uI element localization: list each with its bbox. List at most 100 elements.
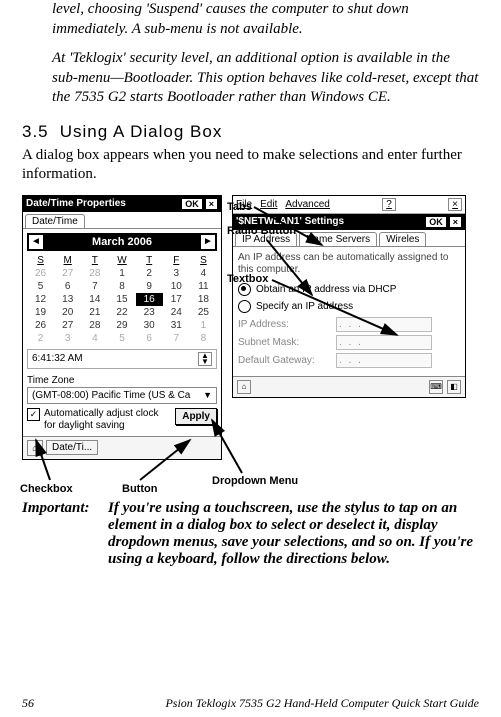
taskbar-app-button[interactable]: Date/Ti... — [46, 440, 98, 455]
cal-day[interactable]: 19 — [27, 306, 54, 319]
cal-day[interactable]: 3 — [54, 332, 81, 345]
cal-day[interactable]: 18 — [190, 293, 217, 306]
tab-date-time[interactable]: Date/Time — [25, 214, 85, 228]
section-heading: 3.5 Using A Dialog Box — [22, 122, 479, 142]
time-spin-buttons[interactable]: ▲▼ — [198, 352, 212, 366]
cal-head: M — [54, 254, 81, 267]
cal-head: T — [136, 254, 163, 267]
dialog-title-bar: Date/Time Properties OK × — [23, 196, 221, 212]
tab-name-servers[interactable]: Name Servers — [299, 232, 377, 246]
cal-head: W — [108, 254, 135, 267]
cal-day[interactable]: 28 — [81, 319, 108, 332]
section-number: 3.5 — [22, 122, 54, 142]
important-label: Important: — [22, 500, 100, 568]
cal-day[interactable]: 1 — [108, 267, 135, 280]
cal-day[interactable]: 31 — [163, 319, 190, 332]
ip-close-button[interactable]: × — [449, 216, 462, 228]
cal-day[interactable]: 9 — [136, 280, 163, 293]
date-time-dialog: Date/Time Properties OK × Date/Time ◄ Ma… — [22, 195, 222, 460]
ip-taskbar: ⌂ ⌨ ◧ — [233, 376, 465, 397]
callout-tabs: Tabs — [227, 201, 252, 213]
calendar-grid[interactable]: S M T W T F S 26 27 28 1 2 3 — [27, 254, 217, 345]
tray-icon[interactable]: ◧ — [447, 380, 461, 394]
close-button[interactable]: × — [205, 198, 218, 210]
cal-day[interactable]: 2 — [136, 267, 163, 280]
cal-day-selected[interactable]: 16 — [136, 293, 163, 306]
cal-day[interactable]: 30 — [136, 319, 163, 332]
dst-checkbox[interactable]: ✓ — [27, 408, 40, 421]
cal-day[interactable]: 12 — [27, 293, 54, 306]
cal-day[interactable]: 8 — [108, 280, 135, 293]
callout-button: Button — [122, 483, 157, 495]
menu-help[interactable]: ? — [382, 198, 396, 211]
section-title: Using A Dialog Box — [60, 122, 223, 141]
cal-day[interactable]: 7 — [81, 280, 108, 293]
cal-day[interactable]: 26 — [27, 319, 54, 332]
dst-checkbox-label: Automatically adjust clock for daylight … — [44, 408, 171, 432]
cal-day[interactable]: 1 — [190, 319, 217, 332]
radio-specify-ip[interactable] — [238, 300, 251, 313]
cal-day[interactable]: 29 — [108, 319, 135, 332]
cal-head: F — [163, 254, 190, 267]
cal-head: T — [81, 254, 108, 267]
apply-button[interactable]: Apply — [175, 408, 217, 425]
cal-day[interactable]: 26 — [27, 267, 54, 280]
next-month-button[interactable]: ► — [201, 235, 215, 249]
cal-day[interactable]: 22 — [108, 306, 135, 319]
sip-icon[interactable]: ⌨ — [429, 380, 443, 394]
start-icon[interactable]: ⌂ — [237, 380, 251, 394]
cal-day[interactable]: 28 — [81, 267, 108, 280]
callout-radio-button: Radio Button — [227, 225, 265, 237]
callout-dropdown-menu: Dropdown Menu — [212, 475, 298, 487]
month-bar: ◄ March 2006 ► — [27, 233, 217, 251]
cal-day[interactable]: 10 — [163, 280, 190, 293]
page-footer: 56 Psion Teklogix 7535 G2 Hand-Held Comp… — [22, 696, 479, 711]
cal-day[interactable]: 5 — [27, 280, 54, 293]
time-value: 6:41:32 AM — [32, 353, 83, 364]
default-gateway-input[interactable]: . . . — [336, 353, 432, 368]
cal-day[interactable]: 25 — [190, 306, 217, 319]
cal-day[interactable]: 27 — [54, 267, 81, 280]
ip-ok-button[interactable]: OK — [425, 216, 447, 228]
subnet-mask-input[interactable]: . . . — [336, 335, 432, 350]
cal-day[interactable]: 17 — [163, 293, 190, 306]
cal-day[interactable]: 3 — [163, 267, 190, 280]
cal-day[interactable]: 15 — [108, 293, 135, 306]
callout-checkbox: Checkbox — [20, 483, 73, 495]
month-label: March 2006 — [43, 236, 201, 248]
page-number: 56 — [22, 696, 34, 711]
tab-wireless[interactable]: Wireles — [379, 232, 426, 246]
ip-address-input[interactable]: . . . — [336, 317, 432, 332]
ok-button[interactable]: OK — [181, 198, 203, 210]
intro-para-2: At 'Teklogix' security level, an additio… — [52, 49, 479, 108]
cal-day[interactable]: 13 — [54, 293, 81, 306]
menu-edit[interactable]: Edit — [260, 199, 277, 210]
start-icon[interactable]: ⌂ — [27, 440, 43, 456]
timezone-select[interactable]: (GMT-08:00) Pacific Time (US & Ca ▼ — [27, 387, 217, 404]
cal-day[interactable]: 14 — [81, 293, 108, 306]
tab-strip: Date/Time — [23, 212, 221, 229]
cal-day[interactable]: 24 — [163, 306, 190, 319]
cal-day[interactable]: 20 — [54, 306, 81, 319]
menu-advanced[interactable]: Advanced — [285, 199, 329, 210]
cal-day[interactable]: 8 — [190, 332, 217, 345]
radio-specify-ip-label: Specify an IP address — [256, 301, 353, 312]
time-input[interactable]: 6:41:32 AM ▲▼ — [27, 349, 217, 369]
intro-para-1: level, choosing 'Suspend' causes the com… — [52, 0, 479, 39]
cal-day[interactable]: 23 — [136, 306, 163, 319]
cal-day[interactable]: 4 — [81, 332, 108, 345]
timezone-value: (GMT-08:00) Pacific Time (US & Ca — [32, 390, 190, 401]
prev-month-button[interactable]: ◄ — [29, 235, 43, 249]
cal-day[interactable]: 6 — [54, 280, 81, 293]
figure-row: Date/Time Properties OK × Date/Time ◄ Ma… — [22, 195, 479, 460]
cal-day[interactable]: 6 — [136, 332, 163, 345]
cal-day[interactable]: 7 — [163, 332, 190, 345]
window-close-icon[interactable]: × — [448, 198, 462, 211]
cal-day[interactable]: 5 — [108, 332, 135, 345]
cal-day[interactable]: 21 — [81, 306, 108, 319]
cal-day[interactable]: 27 — [54, 319, 81, 332]
cal-day[interactable]: 2 — [27, 332, 54, 345]
dropdown-arrow-icon[interactable]: ▼ — [203, 390, 212, 400]
cal-day[interactable]: 4 — [190, 267, 217, 280]
cal-day[interactable]: 11 — [190, 280, 217, 293]
